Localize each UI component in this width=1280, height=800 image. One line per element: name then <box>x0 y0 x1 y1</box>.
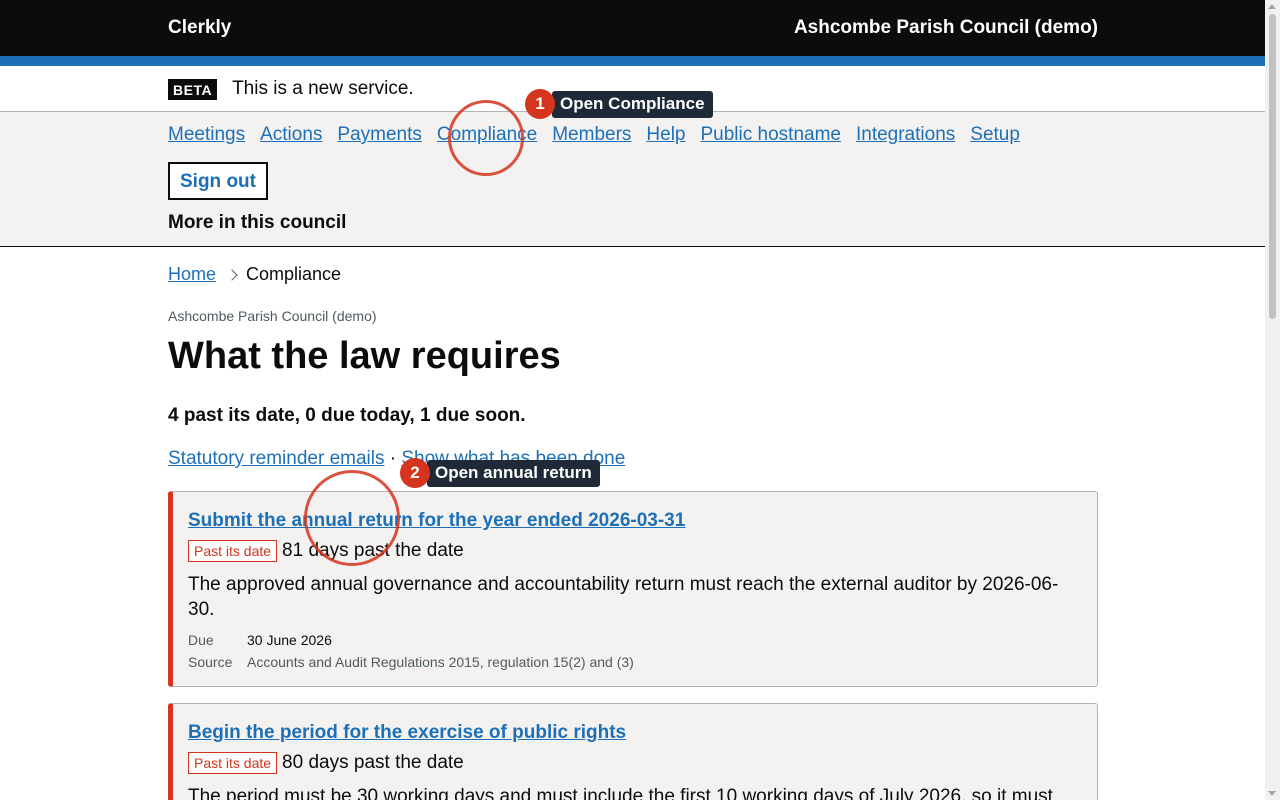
scroll-down-icon[interactable] <box>1268 791 1276 796</box>
scroll-up-icon[interactable] <box>1268 4 1276 9</box>
nav-links: Meetings Actions Payments Compliance Mem… <box>168 124 1280 146</box>
link-separator: · <box>389 448 397 469</box>
annotation-marker-2: 2 Open annual return <box>400 458 600 488</box>
nav-members[interactable]: Members <box>552 124 631 146</box>
obligation-title-link[interactable]: Submit the annual return for the year en… <box>188 510 685 532</box>
beta-tag: BETA <box>168 78 218 100</box>
source-label: Source <box>188 654 233 670</box>
compliance-summary: 4 past its date, 0 due today, 1 due soon… <box>168 405 526 426</box>
due-label: Due <box>188 632 214 648</box>
obligation-description: The period must be 30 working days and m… <box>188 786 1053 800</box>
days-past-text: 80 days past the date <box>282 752 464 773</box>
breadcrumb-current: Compliance <box>246 264 342 284</box>
nav-public-hostname[interactable]: Public hostname <box>701 124 841 146</box>
obligation-description: The approved annual governance and accou… <box>188 574 1059 620</box>
nav-actions[interactable]: Actions <box>260 124 322 146</box>
sign-out-button[interactable]: Sign out <box>168 162 268 200</box>
obligation-card: Begin the period for the exercise of pub… <box>168 703 1098 800</box>
annotation-number: 1 <box>525 89 555 119</box>
obligation-title-link[interactable]: Begin the period for the exercise of pub… <box>188 722 626 744</box>
page-caption: Ashcombe Parish Council (demo) <box>168 308 377 324</box>
nav-meetings[interactable]: Meetings <box>168 124 245 146</box>
site-header: Clerkly Ashcombe Parish Council (demo) <box>0 0 1280 66</box>
scrollbar-thumb[interactable] <box>1269 14 1276 319</box>
annotation-circle-annual-return <box>304 470 400 566</box>
status-badge: Past its date <box>188 752 278 774</box>
phase-text: This is a new service. <box>232 78 414 99</box>
annotation-marker-1: 1 Open Compliance <box>525 89 713 119</box>
statutory-reminder-emails-link[interactable]: Statutory reminder emails <box>168 448 384 469</box>
source-value: Accounts and Audit Regulations 2015, reg… <box>247 654 634 670</box>
annotation-label: Open annual return <box>427 459 600 487</box>
annotation-number: 2 <box>400 458 430 488</box>
nav-payments[interactable]: Payments <box>337 124 421 146</box>
chevron-right-icon <box>226 268 238 281</box>
annotation-circle-compliance <box>448 100 524 176</box>
breadcrumb-home[interactable]: Home <box>168 264 216 285</box>
more-in-council-heading: More in this council <box>168 212 347 233</box>
logo-link[interactable]: Clerkly <box>168 17 231 39</box>
nav-setup[interactable]: Setup <box>970 124 1020 146</box>
page-title: What the law requires <box>168 335 561 377</box>
annotation-label: Open Compliance <box>552 90 713 118</box>
due-value: 30 June 2026 <box>247 632 332 648</box>
breadcrumb: Home Compliance <box>168 264 1098 285</box>
obligation-meta: Due 30 June 2026 Source Accounts and Aud… <box>188 632 1082 670</box>
council-nav: Meetings Actions Payments Compliance Mem… <box>0 112 1280 247</box>
nav-help[interactable]: Help <box>646 124 685 146</box>
page-scrollbar[interactable] <box>1265 0 1280 800</box>
status-badge: Past its date <box>188 540 278 562</box>
page-links: Statutory reminder emails · Show what ha… <box>168 448 1098 470</box>
council-name: Ashcombe Parish Council (demo) <box>793 17 1098 38</box>
nav-integrations[interactable]: Integrations <box>856 124 955 146</box>
obligation-status: Past its date 80 days past the date <box>188 752 1082 774</box>
